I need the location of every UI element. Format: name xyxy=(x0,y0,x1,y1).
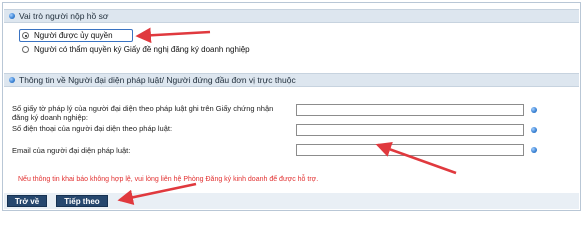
email-input[interactable] xyxy=(296,144,524,156)
role-section-header: Vai trò người nộp hồ sơ xyxy=(4,9,579,23)
radio-unchecked-icon[interactable] xyxy=(22,46,29,53)
section-bullet-icon xyxy=(9,13,15,19)
phone-input[interactable] xyxy=(296,124,524,136)
back-button[interactable]: Trở về xyxy=(7,195,47,207)
email-label: Email của người đại diện pháp luật: xyxy=(12,146,131,155)
info-icon[interactable] xyxy=(531,127,537,133)
legal-id-label: Số giấy tờ pháp lý của người đại diện th… xyxy=(12,104,274,122)
next-button[interactable]: Tiếp theo xyxy=(56,195,108,207)
radio-option-authorized[interactable]: Người được ủy quyền xyxy=(22,31,113,40)
info-icon[interactable] xyxy=(531,147,537,153)
phone-label: Số điện thoại của người đại diện theo ph… xyxy=(12,124,173,133)
radio-option-signatory[interactable]: Người có thẩm quyền ký Giấy đề nghị đăng… xyxy=(22,45,250,54)
role-section-title: Vai trò người nộp hồ sơ xyxy=(19,11,109,21)
support-notice: Nếu thông tin khai báo không hợp lệ, vui… xyxy=(18,176,319,183)
legal-id-input[interactable] xyxy=(296,104,524,116)
rep-section-header: Thông tin về Người đại diện pháp luật/ N… xyxy=(4,73,579,87)
radio-option-label: Người có thẩm quyền ký Giấy đề nghị đăng… xyxy=(34,45,250,54)
radio-checked-icon[interactable] xyxy=(22,32,29,39)
section-bullet-icon xyxy=(9,77,15,83)
info-icon[interactable] xyxy=(531,107,537,113)
rep-section-title: Thông tin về Người đại diện pháp luật/ N… xyxy=(19,75,296,85)
radio-option-label: Người được ủy quyền xyxy=(34,31,113,40)
